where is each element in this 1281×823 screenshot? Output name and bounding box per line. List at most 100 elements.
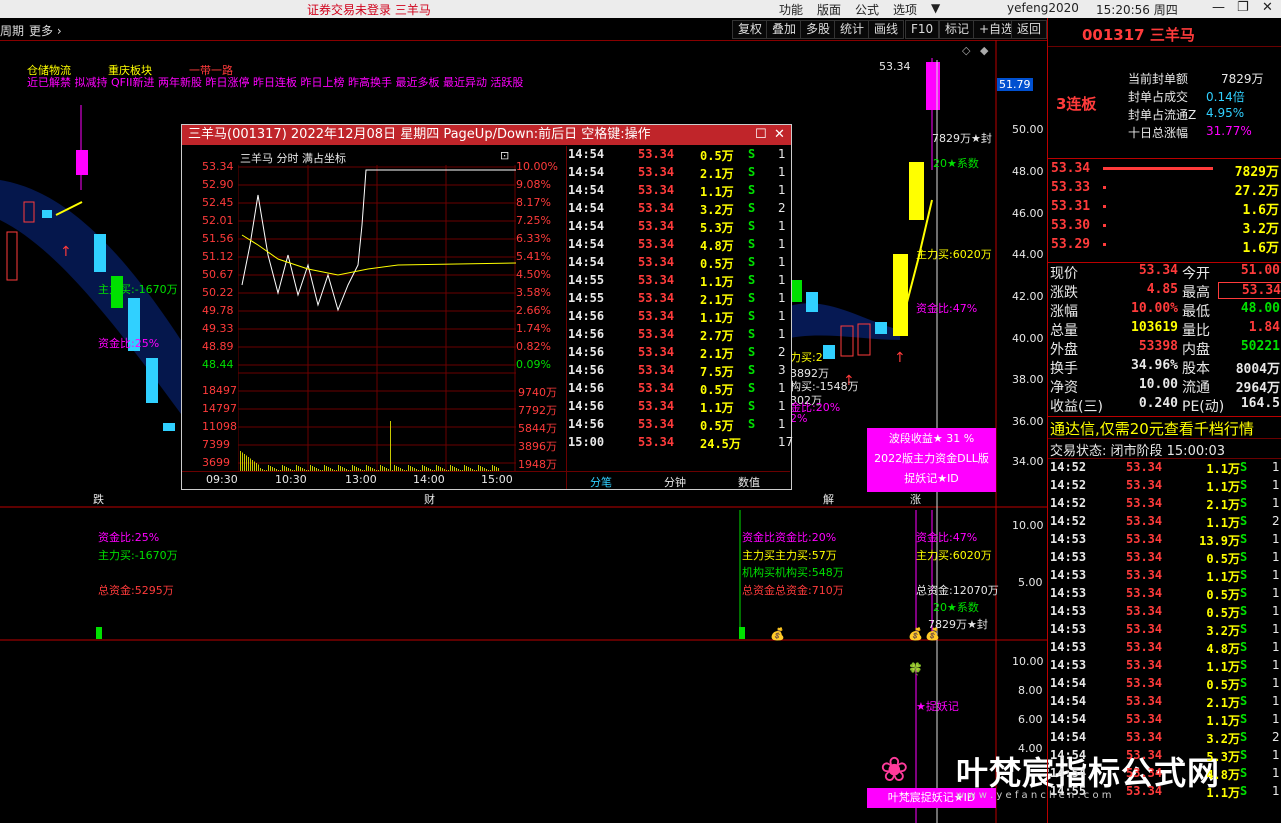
tick-count: 1 [1272,712,1280,726]
tick-volume: 1.1万 [700,275,734,289]
volume-bar [96,627,102,639]
event-marker[interactable]: 跌 [93,491,104,507]
title-bar: 证券交易未登录 三羊马 功能 版面 公式 选项 ▼ yefeng2020 15:… [0,0,1281,18]
menu-layout[interactable]: 版面 [817,1,841,18]
tick-volume: 0.5万 [700,383,734,397]
tick-count: 1 [1272,748,1280,762]
zijinbi-label: 资金比:47% [916,531,978,544]
multi-stock-button[interactable]: 多股 [800,20,837,39]
volume-tick: 7399 [202,438,230,451]
gem-cluster-icon: 🍀 [908,662,923,676]
tick-count: 1 [778,291,786,305]
f10-button[interactable]: F10 [905,20,940,39]
mark-button[interactable]: 标记 [939,20,976,39]
popup-toggle-icon[interactable]: ⊡ [500,149,509,162]
tick-time: 14:53 [1050,550,1087,564]
stats-button[interactable]: 统计 [834,20,871,39]
close-icon[interactable]: ✕ [774,125,785,145]
volume-bar [252,460,253,471]
tick-price: 53.34 [1126,460,1163,474]
draw-line-button[interactable]: 画线 [868,20,905,39]
price-tick: 49.78 [202,304,234,317]
seal-key: 封单占流通Z [1128,108,1197,122]
tick-side: S [1240,568,1248,582]
tick-volume: 1.1万 [1206,480,1240,494]
tick-side: S [1240,586,1248,600]
up-arrow-icon: ↑ [894,350,906,366]
maximize-icon[interactable]: ☐ [755,125,767,145]
tick-side: S [1240,478,1248,492]
tick-price: 53.34 [638,435,675,449]
tick-time: 14:56 [568,327,605,341]
tab-ticks[interactable]: 分笔 [590,474,612,490]
event-marker[interactable]: 财 [424,491,435,507]
stock-code[interactable]: 001317 三羊马 [1082,24,1195,45]
menu-function[interactable]: 功能 [779,1,803,18]
tick-count: 2 [778,345,786,359]
price-tick: 50.67 [202,268,234,281]
x-tick: 13:00 [345,473,377,486]
diamond-icon[interactable]: ◆ [980,44,989,57]
tab-minutes[interactable]: 分钟 [664,474,686,490]
tick-price: 53.34 [1126,478,1163,492]
window-title: 证券交易未登录 三羊马 [307,3,431,17]
tick-time: 14:54 [568,255,605,269]
tick-count: 3 [778,363,786,377]
popup-titlebar[interactable]: 三羊马(001317) 2022年12月08日 星期四 PageUp/Down:… [182,125,791,145]
fuquan-button[interactable]: 复权 [732,20,769,39]
price-tick: 50.22 [202,286,234,299]
tick-side: S [1240,676,1248,690]
blue-band [0,180,200,440]
quote-key: 涨幅 [1050,304,1078,320]
price-line [241,169,516,312]
diamond-icon[interactable]: ◇ [962,44,971,57]
tick-count: 1 [1272,532,1280,546]
candle [909,162,924,220]
tick-time: 14:52 [1050,514,1087,528]
tick-time: 14:53 [1050,532,1087,546]
menu-arrow-icon[interactable]: ▼ [931,1,940,15]
volume-bar [246,455,247,471]
tick-side: S [748,399,756,413]
tick-price: 53.34 [638,201,675,215]
tick-volume: 5.3万 [1206,750,1240,764]
pct-tick: 7.25% [516,214,551,227]
close-icon[interactable]: ✕ [1262,0,1273,15]
price-tick: 51.56 [202,232,234,245]
up-arrow-icon: ↑ [60,244,72,260]
blue-band [780,303,900,340]
tick-count: 1 [1272,568,1280,582]
overlay-button[interactable]: 叠加 [766,20,803,39]
menu-options[interactable]: 选项 [893,1,917,18]
tick-side: S [748,417,756,431]
quote-value: 53.34 [1138,263,1178,278]
tick-count: 1 [778,417,786,431]
price-tick: 51.12 [202,250,234,263]
price-tick: 48.44 [202,358,234,371]
tick-volume: 2.1万 [700,293,734,307]
tick-time: 14:56 [568,417,605,431]
event-marker[interactable]: 涨 [910,491,921,507]
promo-banner[interactable]: 通达信,仅需20元查看千档行情 [1050,418,1254,439]
back-button[interactable]: 返回 [1011,20,1047,39]
popup-tabs: 分笔 分钟 数值 [566,471,790,489]
more-button[interactable]: 更多 › [29,22,62,39]
tick-count: 1 [778,399,786,413]
minimize-icon[interactable]: — [1212,0,1225,15]
tick-side: S [1240,694,1248,708]
maximize-icon[interactable]: ❐ [1237,0,1249,15]
intraday-popup[interactable]: 三羊马(001317) 2022年12月08日 星期四 PageUp/Down:… [181,124,793,490]
tick-volume: 1.1万 [700,185,734,199]
menu-formula[interactable]: 公式 [855,1,879,18]
tick-time: 14:54 [1050,748,1087,762]
quote-key: 外盘 [1050,342,1078,358]
volume-tick: 14797 [202,402,237,415]
tick-volume: 0.5万 [1206,606,1240,620]
volume-tick: 3699 [202,456,230,469]
book-volume: 1.6万 [1242,241,1279,256]
period-button[interactable]: 周期 [0,22,24,39]
tab-values[interactable]: 数值 [738,474,760,490]
tick-side: S [1240,730,1248,744]
tick-time: 14:56 [568,363,605,377]
event-marker[interactable]: 解 [823,491,834,507]
